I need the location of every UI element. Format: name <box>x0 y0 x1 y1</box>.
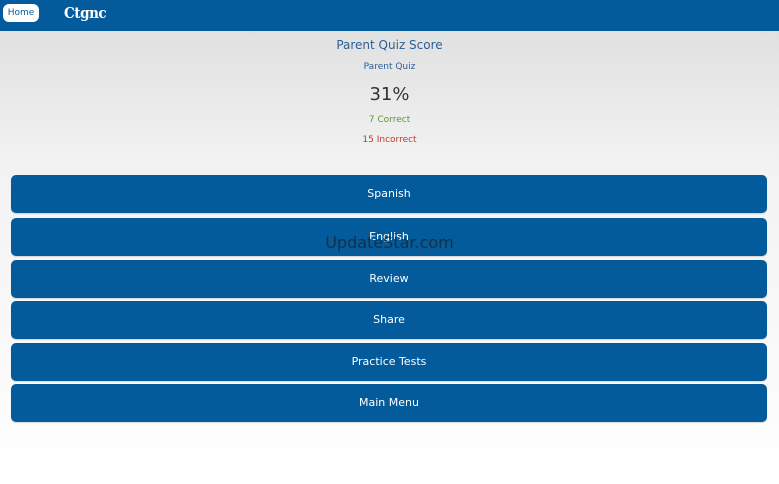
practice-tests-button[interactable]: Practice Tests <box>11 343 767 381</box>
spanish-button[interactable]: Spanish <box>11 175 767 213</box>
home-button[interactable]: Home <box>3 4 39 22</box>
app-logo: Ctgnc <box>64 4 107 22</box>
english-button[interactable]: English <box>11 218 767 256</box>
correct-count: 7 Correct <box>368 115 411 125</box>
main-menu-button[interactable]: Main Menu <box>11 384 767 422</box>
top-app-bar: Home Ctgnc <box>0 0 779 31</box>
review-button[interactable]: Review <box>11 260 767 298</box>
share-button[interactable]: Share <box>11 301 767 339</box>
incorrect-count: 15 Incorrect <box>362 135 417 145</box>
score-title: Parent Quiz Score <box>336 38 443 52</box>
quiz-name: Parent Quiz <box>363 62 416 72</box>
score-percent: 31% <box>369 84 410 105</box>
